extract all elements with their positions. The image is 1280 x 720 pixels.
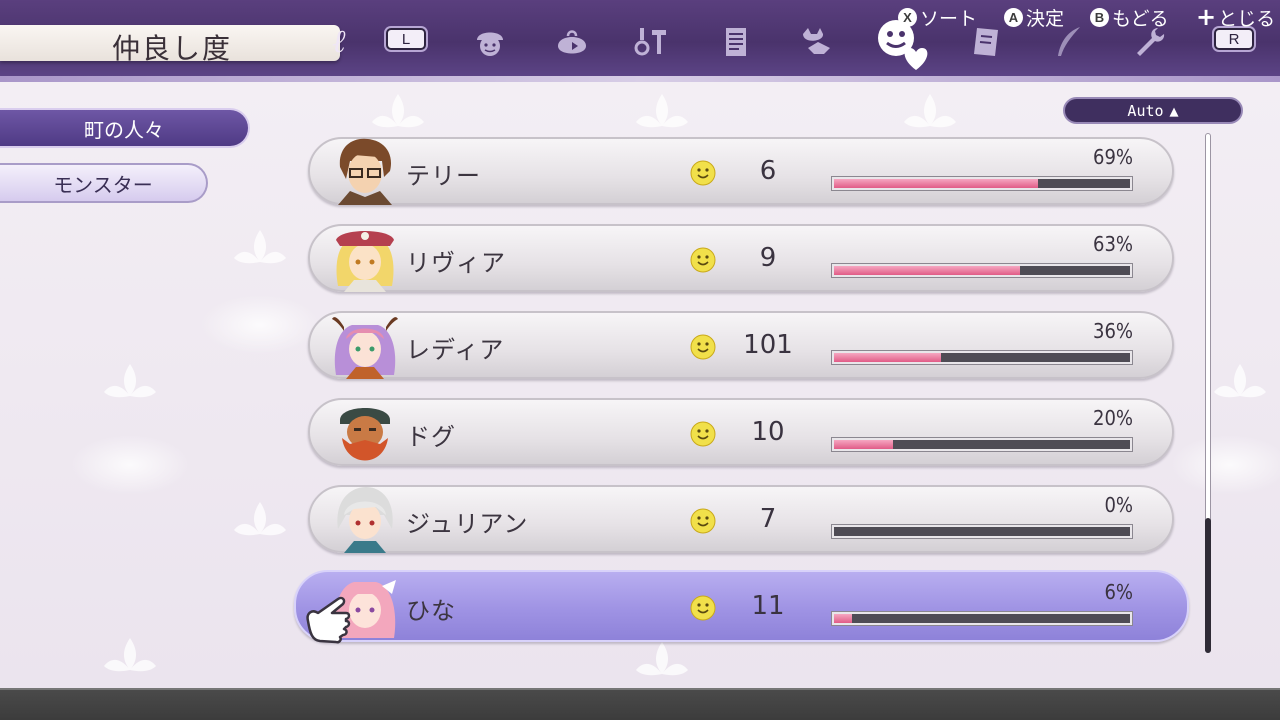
category-townspeople[interactable]: 町の人々 (0, 108, 250, 148)
portrait-livia (336, 231, 394, 292)
smile-face-icon (690, 595, 716, 621)
friendship-progress-fill (834, 440, 894, 449)
category-monsters[interactable]: モンスター (0, 163, 208, 203)
friend-name: ドグ (406, 423, 456, 451)
friend-row[interactable]: リヴィア 9 63% (308, 224, 1174, 292)
friend-row[interactable]: レディア 101 36% (308, 311, 1174, 379)
back-hint[interactable]: B もどる (1090, 5, 1169, 30)
friendship-level: 7 (759, 504, 777, 534)
friend-row[interactable]: テリー 6 69% (308, 137, 1174, 205)
friend-name: ひな (406, 597, 456, 625)
a-button-icon: A (1004, 7, 1023, 27)
lotus-ornament-icon (1214, 364, 1266, 398)
friend-name: テリー (406, 162, 481, 190)
friendship-progress-bar (832, 438, 1132, 451)
lotus-ornament-icon (104, 638, 156, 672)
friendship-progress-fill (834, 179, 1039, 188)
close-hint[interactable]: + とじる (1196, 3, 1276, 31)
friendship-level: 6 (759, 156, 777, 186)
next-tab-button[interactable]: R (1214, 28, 1254, 50)
face-cap-icon[interactable] (470, 22, 510, 62)
friendship-percent: 20% (1093, 406, 1133, 430)
friendship-percent: 63% (1093, 232, 1133, 256)
portrait-ledia (332, 317, 398, 379)
friend-row[interactable]: ドグ 10 20% (308, 398, 1174, 466)
lotus-ornament-icon (104, 364, 156, 398)
lotus-ornament-icon (636, 642, 688, 676)
friendship-progress-bar (832, 612, 1132, 625)
prev-tab-button[interactable]: L (386, 28, 426, 50)
friendship-percent: 69% (1093, 145, 1133, 169)
friendship-progress-fill (834, 353, 941, 362)
friend-name: リヴィア (406, 249, 506, 277)
portrait-doug (340, 408, 390, 461)
swirl-ornament-icon: ℓ (332, 22, 346, 60)
friendship-percent: 6% (1104, 580, 1133, 604)
friendship-level: 9 (759, 243, 777, 273)
friendship-percent: 36% (1093, 319, 1133, 343)
lotus-ornament-icon (904, 94, 956, 128)
smile-face-icon (690, 160, 716, 186)
friendship-progress-fill (834, 266, 1021, 275)
sort-hint-label: ソート (920, 7, 978, 30)
document-list-icon[interactable] (716, 22, 756, 62)
button-hint-bar (0, 688, 1280, 720)
friend-name: ジュリアン (406, 510, 529, 538)
smile-face-icon (690, 508, 716, 534)
confirm-hint-label: 決定 (1026, 7, 1065, 30)
bag-icon[interactable] (552, 22, 592, 62)
list-scrollbar-thumb[interactable] (1205, 518, 1211, 653)
lotus-ornament-icon (372, 94, 424, 128)
friendship-percent: 0% (1104, 493, 1133, 517)
b-button-icon: B (1090, 7, 1109, 27)
friend-row-selected[interactable]: ひな 11 6% (294, 570, 1189, 642)
close-hint-label: とじる (1218, 7, 1276, 30)
tools-icon[interactable] (632, 22, 672, 62)
confirm-hint[interactable]: A 決定 (1004, 5, 1065, 30)
friendship-level: 10 (751, 417, 785, 447)
friendship-progress-bar (832, 351, 1132, 364)
friendship-progress-fill (834, 614, 852, 623)
sort-mode-button[interactable]: Auto ▲ (1063, 97, 1243, 124)
friendship-progress-bar (832, 177, 1132, 190)
lotus-ornament-icon (234, 502, 286, 536)
monster-handshake-icon[interactable] (798, 22, 838, 62)
sort-arrow-icon: ▲ (1169, 101, 1179, 120)
portrait-julian (337, 487, 393, 553)
sort-hint[interactable]: X ソート (898, 5, 978, 30)
page-title: 仲良し度 (112, 32, 233, 65)
x-button-icon: X (898, 7, 917, 27)
plus-button-icon: + (1196, 3, 1217, 31)
smile-face-icon (690, 247, 716, 273)
smile-face-icon (690, 421, 716, 447)
friendship-progress-bar (832, 525, 1132, 538)
pointing-hand-cursor-icon (306, 596, 351, 644)
sort-mode-label: Auto (1127, 101, 1164, 120)
portrait-terry (338, 138, 392, 205)
back-hint-label: もどる (1112, 7, 1169, 30)
friendship-level: 101 (743, 330, 793, 360)
friend-row[interactable]: ジュリアン 7 0% (308, 485, 1174, 553)
friendship-level: 11 (751, 591, 785, 621)
friend-name: レディア (406, 336, 505, 364)
header-border (0, 76, 1280, 82)
lotus-ornament-icon (234, 230, 286, 264)
friendship-progress-bar (832, 264, 1132, 277)
smile-face-icon (690, 334, 716, 360)
lotus-ornament-icon (636, 94, 688, 128)
